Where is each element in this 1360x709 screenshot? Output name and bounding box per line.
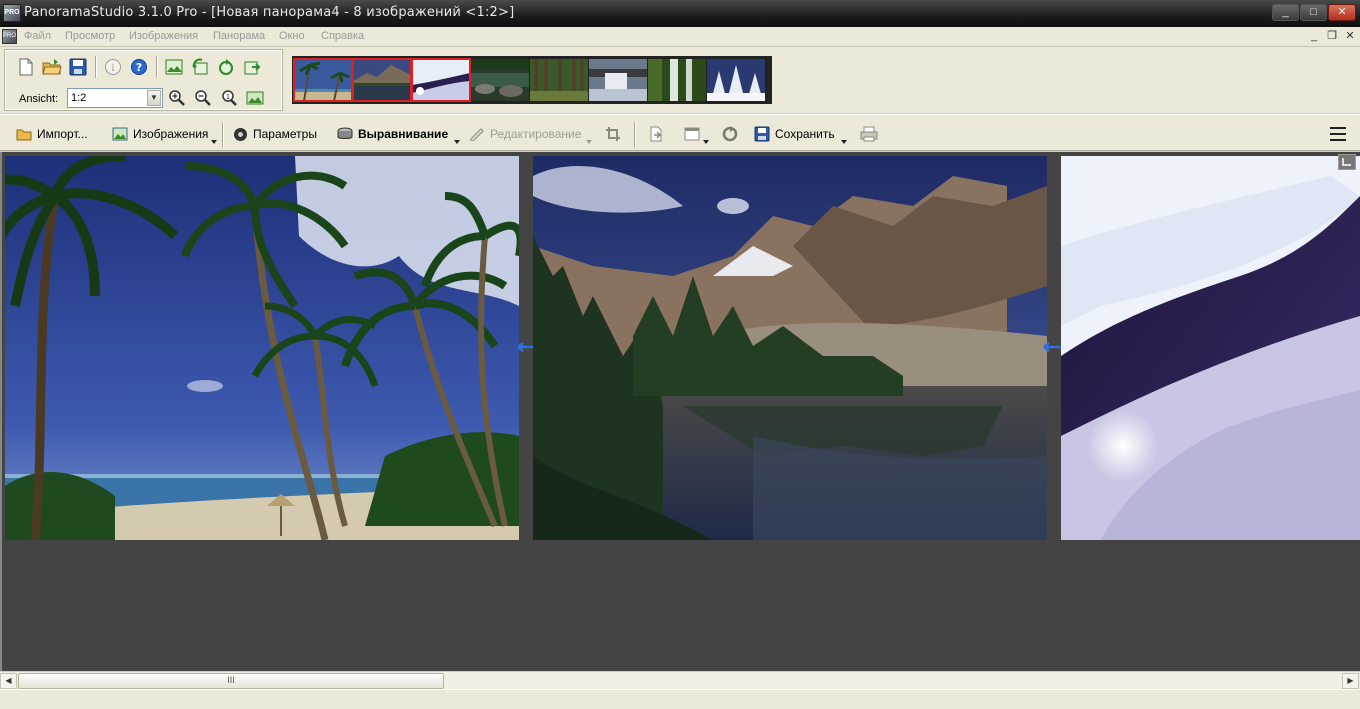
thumbnail-forest-waterfall[interactable]: [648, 59, 706, 101]
save-dropdown-icon[interactable]: [841, 140, 847, 144]
toolbar-separator: [156, 56, 158, 78]
save-label: Сохранить: [775, 127, 835, 141]
parameters-icon: [234, 127, 247, 141]
info-icon[interactable]: i: [101, 56, 125, 78]
export-icon[interactable]: [240, 56, 264, 78]
scroll-left-button[interactable]: ◀: [0, 673, 17, 689]
align-stack-icon: [337, 127, 353, 139]
panorama-canvas[interactable]: [0, 152, 1360, 671]
zoom-select[interactable]: 1:2 ▼: [67, 88, 163, 108]
align-label: Выравнивание: [358, 127, 449, 141]
title-bar[interactable]: PRO PanoramaStudio 3.1.0 Pro - [Новая па…: [0, 0, 1360, 27]
toolbar-separator: [634, 122, 636, 148]
open-folder-icon[interactable]: [40, 56, 64, 78]
menu-file[interactable]: Файл: [24, 30, 51, 42]
close-button[interactable]: ✕: [1328, 4, 1356, 21]
menu-view[interactable]: Просмотр: [65, 30, 115, 42]
action-toolbar: Импорт... Изображения Параметры Выравнив…: [0, 114, 1360, 151]
status-bar: [0, 689, 1360, 709]
edit-icon: [470, 127, 485, 141]
menu-help[interactable]: Справка: [321, 30, 364, 42]
chevron-down-icon[interactable]: ▼: [147, 90, 161, 106]
save-disk-icon: [754, 126, 770, 142]
photo-tropical-beach[interactable]: [5, 156, 519, 540]
thumbnail-waterfall[interactable]: [589, 59, 647, 101]
svg-text:i: i: [111, 63, 114, 74]
import-label: Импорт...: [37, 127, 88, 141]
printer-icon: [860, 126, 878, 142]
window-title: PanoramaStudio 3.1.0 Pro - [Новая панора…: [24, 5, 515, 20]
import-button[interactable]: Импорт...: [16, 123, 88, 145]
app-logo-icon[interactable]: PRO: [3, 4, 21, 22]
mdi-restore-button[interactable]: ❐: [1324, 29, 1340, 44]
svg-text:?: ?: [136, 61, 142, 74]
crop-icon: [606, 127, 620, 141]
svg-text:1: 1: [226, 93, 230, 101]
parameters-button[interactable]: Параметры: [233, 123, 317, 145]
edit-label: Редактирование: [490, 127, 582, 141]
document-icon[interactable]: PRO: [2, 29, 17, 44]
scroll-thumb[interactable]: III: [18, 673, 444, 689]
save-icon[interactable]: [66, 56, 90, 78]
refresh-icon: [722, 126, 738, 142]
help-icon[interactable]: ?: [127, 56, 151, 78]
thumbnail-mountain-lake[interactable]: [352, 58, 412, 102]
toolbar-separator: [95, 56, 97, 78]
zoom-actual-icon[interactable]: 1: [217, 87, 241, 109]
images-label: Изображения: [133, 127, 209, 141]
horizontal-scrollbar[interactable]: ◀ III ▶: [0, 671, 1360, 689]
window-frame-icon: [684, 127, 700, 141]
parameters-label: Параметры: [253, 127, 317, 141]
photo-mountain-lake[interactable]: [533, 156, 1047, 540]
panorama-icon[interactable]: [162, 56, 186, 78]
zoom-fit-icon[interactable]: [243, 87, 267, 109]
edit-button[interactable]: Редактирование: [469, 123, 581, 145]
images-button[interactable]: Изображения: [112, 123, 208, 145]
export-page-button[interactable]: [648, 123, 664, 145]
crop-button[interactable]: [605, 123, 621, 145]
zoom-value: 1:2: [71, 92, 87, 104]
minimize-button[interactable]: _: [1272, 4, 1299, 21]
thumbnail-snowy-trees[interactable]: [707, 59, 765, 101]
images-icon: [112, 127, 128, 141]
import-folder-icon: [16, 129, 32, 141]
photo-snowy-stream[interactable]: [1061, 156, 1360, 540]
print-button[interactable]: [860, 123, 878, 145]
refresh-button[interactable]: [722, 123, 738, 145]
align-button[interactable]: Выравнивание: [337, 123, 448, 145]
image-filmstrip[interactable]: [292, 56, 772, 104]
maximize-button[interactable]: □: [1300, 4, 1327, 21]
menu-panorama[interactable]: Панорама: [213, 30, 265, 42]
menu-bar: PRO Файл Просмотр Изображения Панорама О…: [0, 27, 1360, 47]
save-button[interactable]: Сохранить: [754, 123, 835, 145]
rotate-left-icon[interactable]: [188, 56, 212, 78]
mdi-minimize-button[interactable]: _: [1306, 29, 1322, 44]
edit-dropdown-icon[interactable]: [586, 140, 592, 144]
toolbar-separator: [222, 122, 224, 148]
view-label: Ansicht:: [19, 93, 59, 105]
thumbnail-snow-creek[interactable]: [411, 58, 471, 102]
zoom-out-icon[interactable]: [191, 87, 215, 109]
corner-expand-icon[interactable]: [1338, 154, 1356, 170]
main-toolbar: i ? Ansicht: 1:2 ▼ 1: [4, 49, 283, 111]
menu-images[interactable]: Изображения: [129, 30, 198, 42]
thumbnail-river-rocks[interactable]: [471, 59, 529, 101]
mdi-close-button[interactable]: ✕: [1342, 29, 1358, 44]
menu-hamburger-icon[interactable]: [1330, 127, 1346, 141]
panoramastudio-window: PRO PanoramaStudio 3.1.0 Pro - [Новая па…: [0, 0, 1360, 709]
new-document-icon[interactable]: [14, 56, 38, 78]
scroll-right-button[interactable]: ▶: [1342, 673, 1359, 689]
top-toolbar-band: i ? Ansicht: 1:2 ▼ 1: [0, 47, 1360, 113]
align-dropdown-icon[interactable]: [454, 140, 460, 144]
print-preview-button[interactable]: [684, 123, 702, 145]
frame-dropdown-icon[interactable]: [703, 140, 709, 144]
thumbnail-pine-forest[interactable]: [530, 59, 588, 101]
export-page-icon: [650, 126, 662, 142]
menu-window[interactable]: Окно: [279, 30, 305, 42]
thumbnail-palm-beach[interactable]: [293, 58, 353, 102]
images-dropdown-icon[interactable]: [211, 140, 217, 144]
zoom-in-icon[interactable]: [165, 87, 189, 109]
rotate-right-icon[interactable]: [214, 56, 238, 78]
